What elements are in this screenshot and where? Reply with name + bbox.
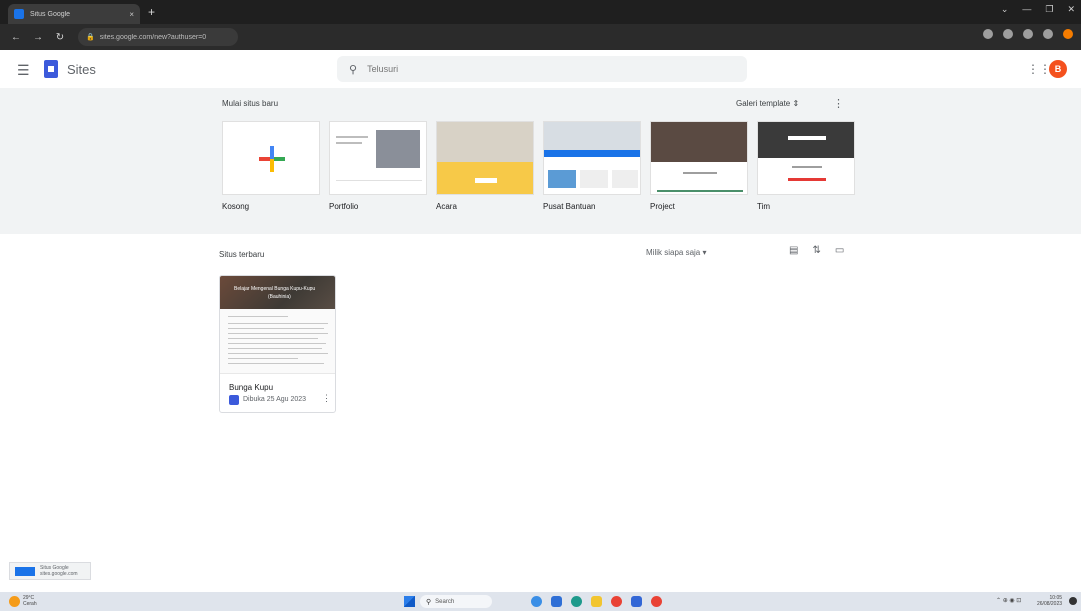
system-tray[interactable]: ⌃ ⊕ ◉ ⊡ — [996, 597, 1021, 604]
reload-icon[interactable]: ↻ — [54, 32, 66, 43]
main-menu-icon[interactable]: ☰ — [17, 62, 30, 79]
browser-tab[interactable]: Situs Google × — [8, 4, 140, 24]
site-preview-icon — [15, 566, 35, 576]
back-arrow-icon[interactable]: ← — [10, 32, 22, 43]
search-icon: ⚲ — [426, 598, 432, 606]
weather-desc: Cerah — [23, 601, 37, 607]
bookmark-star-icon[interactable] — [1023, 29, 1033, 39]
extension-icon[interactable] — [983, 29, 993, 39]
weather-widget[interactable]: 29°C Cerah — [23, 595, 37, 607]
edge-icon[interactable] — [571, 596, 582, 607]
folder-icon[interactable]: ▭ — [835, 245, 844, 256]
template-team[interactable] — [757, 121, 855, 195]
more-options-icon[interactable]: ⋮ — [833, 97, 844, 110]
file-explorer-icon[interactable] — [591, 596, 602, 607]
template-help-center[interactable] — [543, 121, 641, 195]
thumb-subtitle: (Bauhinia) — [268, 294, 291, 300]
template-label: Portfolio — [329, 202, 359, 211]
taskbar-app-icon[interactable] — [551, 596, 562, 607]
sites-logo-icon[interactable] — [44, 60, 58, 78]
side-panel-icon[interactable] — [1043, 29, 1053, 39]
event-hero-image — [437, 122, 533, 162]
recent-sites-title: Situs terbaru — [219, 250, 265, 259]
popup-line-2: sites.google.com — [40, 571, 78, 577]
sites-doc-icon — [229, 395, 239, 405]
template-gallery-button[interactable]: Galeri template ⇕ — [736, 99, 799, 108]
taskbar-search-label: Search — [435, 598, 455, 605]
windows-taskbar: 29°C Cerah ⚲ Search ⌃ ⊕ ◉ ⊡ 10:05 26/08/… — [0, 592, 1081, 611]
chrome-icon[interactable] — [651, 596, 662, 607]
sort-icon[interactable]: ⇅ — [812, 245, 820, 256]
owner-filter-dropdown[interactable]: Milik siapa saja ▾ — [646, 248, 706, 257]
tab-title: Situs Google — [30, 10, 71, 18]
browser-tab-strip: Situs Google × + ⌄ — ❐ ✕ — [0, 0, 1081, 24]
site-opened-date: Dibuka 25 Agu 2023 — [243, 396, 307, 403]
close-window-button[interactable]: ✕ — [1067, 4, 1075, 15]
taskbar-clock[interactable]: 10:05 26/08/2023 — [1037, 595, 1062, 607]
list-view-icon[interactable]: ▤ — [789, 245, 798, 256]
site-more-options-icon[interactable]: ⋮ — [322, 393, 331, 404]
download-popup[interactable]: Situs Google sites.google.com — [9, 562, 91, 580]
new-tab-button[interactable]: + — [148, 5, 155, 19]
taskbar-app-icon[interactable] — [631, 596, 642, 607]
minimize-button[interactable]: — — [1022, 4, 1031, 15]
forward-arrow-icon[interactable]: → — [32, 32, 44, 43]
close-tab-icon[interactable]: × — [129, 10, 134, 19]
sites-favicon-icon — [14, 9, 24, 19]
weather-sun-icon[interactable] — [9, 596, 20, 607]
clock-date: 26/08/2023 — [1037, 601, 1063, 607]
template-label: Tim — [757, 202, 771, 211]
share-icon[interactable] — [1003, 29, 1013, 39]
template-label: Project — [650, 202, 675, 211]
windows-start-icon[interactable] — [404, 596, 415, 607]
url-text: sites.google.com/new?authuser=0 — [99, 33, 207, 41]
lock-icon: 🔒 — [86, 34, 95, 41]
notification-icon[interactable] — [1069, 597, 1077, 605]
template-label: Acara — [436, 202, 457, 211]
template-blank[interactable] — [222, 121, 320, 195]
template-label: Pusat Bantuan — [543, 202, 596, 211]
address-bar[interactable]: 🔒 sites.google.com/new?authuser=0 — [78, 28, 238, 46]
template-label: Kosong — [222, 202, 250, 211]
site-name: Bunga Kupu — [229, 383, 274, 392]
extensions-area — [983, 29, 1073, 39]
portfolio-photo — [376, 130, 420, 168]
search-box[interactable]: ⚲ — [337, 56, 747, 82]
site-thumbnail: Belajar Mengenal Bunga Kupu-Kupu (Bauhin… — [220, 276, 335, 374]
template-event[interactable] — [436, 121, 534, 195]
recent-site-card[interactable]: Belajar Mengenal Bunga Kupu-Kupu (Bauhin… — [219, 275, 336, 413]
chrome-icon[interactable] — [611, 596, 622, 607]
template-panel: Mulai situs baru Galeri template ⇕ ⋮ Kos… — [0, 88, 1081, 234]
template-heading: Mulai situs baru — [222, 99, 279, 108]
restore-button[interactable]: ❐ — [1045, 4, 1053, 15]
thumb-title: Belajar Mengenal Bunga Kupu-Kupu — [234, 286, 316, 292]
account-avatar[interactable]: B — [1049, 60, 1067, 78]
profile-icon[interactable] — [1063, 29, 1073, 39]
template-portfolio[interactable] — [329, 121, 427, 195]
taskbar-app-icon[interactable] — [531, 596, 542, 607]
plus-icon — [259, 146, 285, 172]
taskbar-search[interactable]: ⚲ Search — [420, 595, 492, 608]
sites-header: ☰ Sites ⚲ ⋮⋮⋮ B — [0, 50, 1081, 88]
template-project[interactable] — [650, 121, 748, 195]
search-icon: ⚲ — [349, 63, 358, 76]
window-controls: ⌄ — ❐ ✕ — [1001, 4, 1075, 15]
app-name: Sites — [67, 62, 96, 77]
search-input[interactable] — [367, 64, 568, 74]
browser-toolbar: ← → ↻ 🔒 sites.google.com/new?authuser=0 — [0, 24, 1081, 50]
view-controls: ▤ ⇅ ▭ — [789, 245, 844, 256]
tab-search-icon[interactable]: ⌄ — [1001, 4, 1009, 15]
